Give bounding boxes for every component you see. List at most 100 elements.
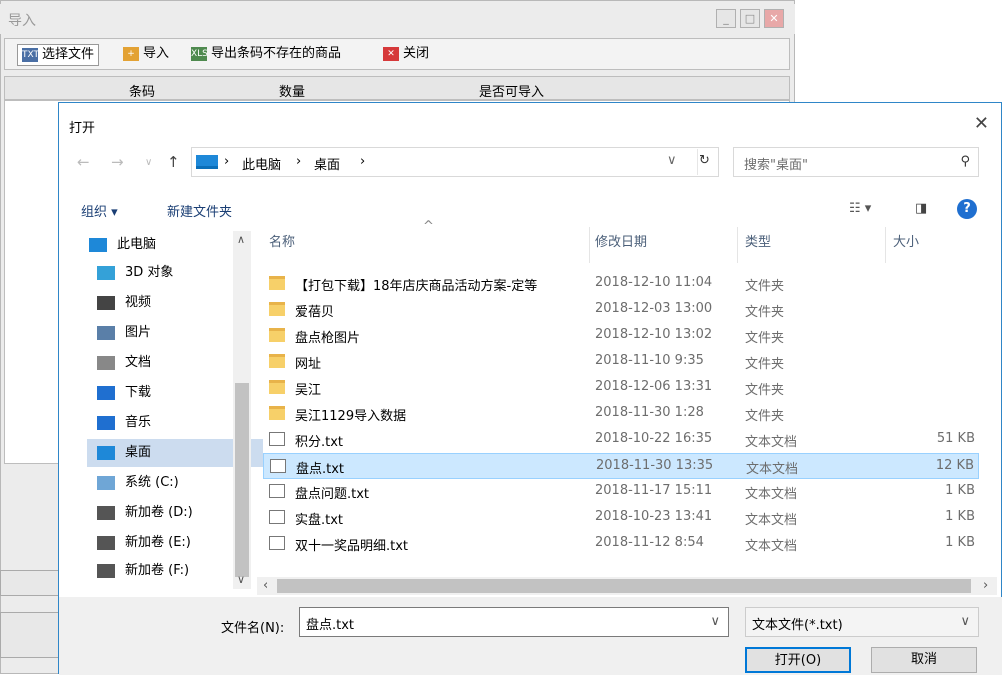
preview-pane-icon[interactable]: ◨ — [915, 201, 927, 216]
file-name: 网址 — [295, 357, 322, 372]
text-file-icon — [269, 536, 285, 550]
filename-input[interactable]: 盘点.txt ∨ — [299, 607, 729, 637]
documents-icon — [97, 356, 115, 370]
col-barcode[interactable]: 条码 — [129, 81, 155, 100]
file-name: 爱蓓贝 — [295, 305, 335, 320]
file-type: 文件夹 — [745, 305, 785, 320]
import-window-titlebar: 导入 — [0, 4, 795, 34]
scroll-left-icon[interactable]: ‹ — [263, 578, 268, 593]
scroll-thumb[interactable] — [235, 383, 249, 577]
file-row[interactable]: 爱蓓贝 2018-12-03 13:00 文件夹 — [263, 297, 979, 323]
import-button[interactable]: + 导入 — [119, 44, 173, 66]
file-row[interactable]: 吴江 2018-12-06 13:31 文件夹 — [263, 375, 979, 401]
divider — [697, 149, 698, 175]
nav-item-label: 桌面 — [125, 445, 152, 460]
folder-icon — [269, 328, 285, 342]
file-row[interactable]: 盘点问题.txt 2018-11-17 15:11 文本文档 1 KB — [263, 479, 979, 505]
file-row[interactable]: 实盘.txt 2018-10-23 13:41 文本文档 1 KB — [263, 505, 979, 531]
file-date: 2018-10-22 16:35 — [595, 431, 713, 446]
file-row[interactable]: 【打包下载】18年店庆商品活动方案-定等 2018-12-10 11:04 文件夹 — [263, 271, 979, 297]
organize-button[interactable]: 组织 ▾ — [81, 201, 118, 220]
divider — [737, 227, 738, 263]
file-row[interactable]: 吴江1129导入数据 2018-11-30 1:28 文件夹 — [263, 401, 979, 427]
header-size[interactable]: 大小 — [893, 231, 919, 259]
breadcrumb-desktop[interactable]: 桌面 — [314, 154, 340, 173]
text-file-icon — [269, 510, 285, 524]
address-bar[interactable]: › 此电脑 › 桌面 › — [191, 147, 719, 177]
header-date[interactable]: 修改日期 — [595, 231, 647, 259]
navigation-pane: 此电脑 3D 对象 视频 图片 文档 下载 音乐 桌面 系统 (C:) 新加卷 (D:) 新加卷 (… — [59, 229, 263, 595]
file-row[interactable]: 盘点.txt 2018-11-30 13:35 文本文档 12 KB — [263, 453, 979, 479]
3d-objects-icon — [97, 266, 115, 280]
divider — [589, 227, 590, 263]
file-date: 2018-12-10 13:02 — [595, 327, 713, 342]
back-icon[interactable]: ← — [77, 153, 90, 171]
divider — [885, 227, 886, 263]
new-folder-button[interactable]: 新建文件夹 — [167, 201, 232, 220]
drive-icon — [97, 536, 115, 550]
close-button[interactable]: ✕ 关闭 — [379, 44, 433, 66]
folder-icon — [269, 380, 285, 394]
help-icon[interactable]: ? — [957, 199, 977, 219]
breadcrumb-pc[interactable]: 此电脑 — [242, 154, 281, 173]
file-row[interactable]: 积分.txt 2018-10-22 16:35 文本文档 51 KB — [263, 427, 979, 453]
file-size: 51 KB — [936, 431, 975, 446]
scroll-thumb[interactable] — [277, 579, 971, 593]
scroll-up-icon[interactable]: ∧ — [237, 233, 245, 246]
open-file-dialog: 打开 ✕ ← → ∨ ↑ › 此电脑 › 桌面 › ∨ ↻ 搜索"桌面" ⚲ 组织… — [58, 102, 1002, 675]
minimize-button[interactable]: _ — [716, 9, 736, 28]
file-size: 1 KB — [945, 509, 975, 524]
forward-icon[interactable]: → — [111, 153, 124, 171]
cancel-button[interactable]: 取消 — [871, 647, 977, 673]
grid-header: 条码 数量 是否可导入 — [4, 76, 790, 100]
nav-item-label: 视频 — [125, 295, 152, 310]
recent-icon[interactable]: ∨ — [145, 157, 152, 168]
scroll-down-icon[interactable]: ∨ — [237, 573, 245, 586]
search-input[interactable]: 搜索"桌面" ⚲ — [733, 147, 979, 177]
computer-icon — [196, 155, 218, 169]
folder-icon — [269, 276, 285, 290]
horizontal-scrollbar[interactable]: ‹ › — [257, 577, 997, 595]
chevron-down-icon[interactable]: ∨ — [710, 614, 720, 629]
col-quantity[interactable]: 数量 — [279, 81, 305, 100]
file-row[interactable]: 双十一奖品明细.txt 2018-11-12 8:54 文本文档 1 KB — [263, 531, 979, 557]
file-type: 文本文档 — [745, 487, 798, 502]
nav-scrollbar[interactable]: ∧ ∨ — [233, 231, 251, 589]
file-name: 吴江 — [295, 383, 322, 398]
folder-icon — [269, 354, 285, 368]
maximize-button[interactable]: □ — [740, 9, 760, 28]
folder-icon — [269, 302, 285, 316]
refresh-icon[interactable]: ↻ — [699, 153, 710, 168]
file-row[interactable]: 网址 2018-11-10 9:35 文件夹 — [263, 349, 979, 375]
select-file-button[interactable]: TXT 选择文件 — [17, 44, 100, 66]
file-type: 文件夹 — [745, 331, 785, 346]
file-date: 2018-12-10 11:04 — [595, 275, 713, 290]
nav-item-label: 3D 对象 — [125, 265, 174, 280]
folder-icon — [269, 406, 285, 420]
file-size: 1 KB — [945, 535, 975, 550]
view-options-icon[interactable]: ☷ ▾ — [849, 201, 871, 216]
header-name[interactable]: 名称 — [269, 231, 295, 259]
export-button[interactable]: XLS 导出条码不存在的商品 — [187, 44, 345, 66]
text-file-icon — [269, 432, 285, 446]
file-type: 文本文档 — [746, 462, 799, 477]
open-button[interactable]: 打开(O) — [745, 647, 851, 673]
search-icon: ⚲ — [960, 154, 970, 169]
file-row[interactable]: 盘点枪图片 2018-12-10 13:02 文件夹 — [263, 323, 979, 349]
col-importable[interactable]: 是否可导入 — [479, 81, 544, 100]
dialog-title: 打开 — [69, 121, 96, 136]
address-dropdown-icon[interactable]: ∨ — [667, 153, 677, 168]
file-name: 盘点.txt — [296, 462, 345, 477]
header-type[interactable]: 类型 — [745, 231, 771, 259]
drive-icon — [97, 506, 115, 520]
filetype-select[interactable]: 文本文件(*.txt) ∨ — [745, 607, 979, 637]
file-date: 2018-11-10 9:35 — [595, 353, 704, 368]
scroll-right-icon[interactable]: › — [983, 578, 988, 593]
chevron-down-icon: ∨ — [960, 614, 970, 629]
file-type: 文件夹 — [745, 409, 785, 424]
dialog-close-icon[interactable]: ✕ — [974, 113, 989, 134]
file-name: 【打包下载】18年店庆商品活动方案-定等 — [295, 279, 538, 294]
close-window-button[interactable]: ✕ — [764, 9, 784, 28]
sort-up-icon: ^ — [423, 219, 434, 234]
up-icon[interactable]: ↑ — [167, 153, 180, 171]
